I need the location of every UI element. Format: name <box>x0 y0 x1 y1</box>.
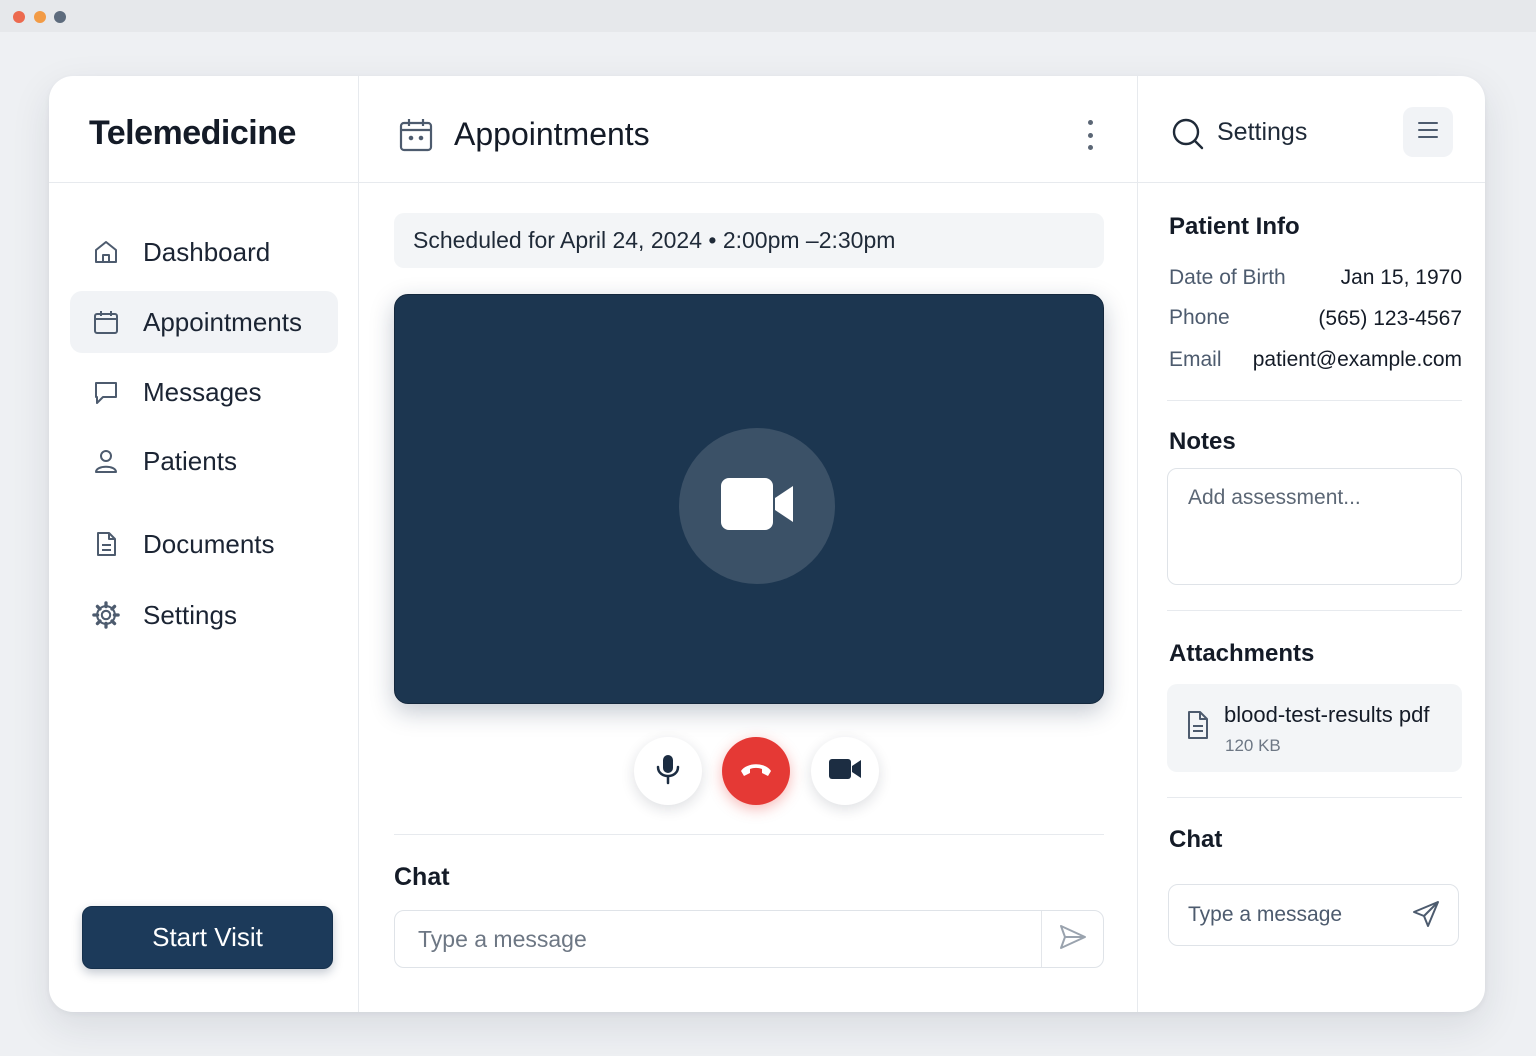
section-divider <box>1167 400 1462 401</box>
window-close-button[interactable] <box>13 11 25 23</box>
sidebar-item-dashboard[interactable]: Dashboard <box>70 221 338 283</box>
calendar-icon <box>399 117 433 158</box>
settings-link[interactable]: Settings <box>1217 118 1307 147</box>
video-camera-icon <box>719 476 795 537</box>
phone-label: Phone <box>1169 306 1230 329</box>
section-divider <box>1167 610 1462 611</box>
document-icon <box>92 530 120 558</box>
right-send-button[interactable] <box>1409 899 1443 933</box>
send-icon <box>1412 900 1440 933</box>
chat-input[interactable] <box>395 911 1040 967</box>
video-placeholder <box>679 428 835 584</box>
page-title: Appointments <box>454 116 650 152</box>
sidebar-item-label: Patients <box>143 445 237 476</box>
start-visit-button[interactable]: Start Visit <box>82 906 333 969</box>
gear-icon <box>92 601 120 629</box>
kebab-dot <box>1087 132 1093 138</box>
kebab-dot <box>1087 120 1093 125</box>
file-icon <box>1185 710 1211 745</box>
home-icon <box>92 238 120 266</box>
send-icon <box>1059 924 1087 955</box>
camera-toggle-button[interactable] <box>811 737 879 805</box>
appointment-schedule: Scheduled for April 24, 2024 • 2:00pm –2… <box>394 213 1104 268</box>
sidebar-item-settings[interactable]: Settings <box>70 584 338 646</box>
message-icon <box>92 378 120 406</box>
header-divider <box>49 182 1485 183</box>
attachment-size: 120 KB <box>1225 736 1281 755</box>
video-camera-icon <box>828 757 862 786</box>
attachments-title: Attachments <box>1169 640 1315 667</box>
chat-composer <box>394 910 1104 968</box>
hamburger-icon <box>1417 121 1439 144</box>
attachment-item[interactable]: blood-test-results pdf 120 KB <box>1167 684 1462 772</box>
right-panel-divider <box>1137 76 1138 1012</box>
email-label: Email <box>1169 348 1222 371</box>
send-button[interactable] <box>1041 911 1103 967</box>
search-icon[interactable] <box>1171 117 1205 156</box>
attachment-name: blood-test-results pdf <box>1224 702 1430 727</box>
sidebar-item-label: Documents <box>143 528 275 559</box>
right-chat-composer <box>1168 884 1459 946</box>
kebab-dot <box>1087 145 1093 150</box>
chat-title: Chat <box>394 863 450 891</box>
sidebar-divider <box>358 76 359 1012</box>
sidebar-item-messages[interactable]: Messages <box>70 361 338 423</box>
phone-hangup-icon <box>738 759 774 784</box>
sidebar-item-label: Messages <box>143 376 262 407</box>
notes-field-wrapper <box>1167 468 1462 585</box>
window-minimize-button[interactable] <box>34 11 46 23</box>
sidebar-item-label: Dashboard <box>143 236 271 267</box>
window-maximize-button[interactable] <box>54 11 66 23</box>
dob-value: Jan 15, 1970 <box>1340 266 1462 289</box>
sidebar-item-label: Settings <box>143 599 237 630</box>
sidebar-item-label: Appointments <box>143 306 302 337</box>
calendar-icon <box>92 308 120 336</box>
dob-label: Date of Birth <box>1169 266 1286 289</box>
right-chat-input[interactable] <box>1169 885 1399 945</box>
window-titlebar <box>0 0 1536 32</box>
chat-divider <box>394 834 1104 835</box>
sidebar-item-documents[interactable]: Documents <box>70 513 338 575</box>
sidebar-item-appointments[interactable]: Appointments <box>70 291 338 353</box>
phone-value: (565) 123-4567 <box>1318 307 1462 330</box>
patient-info-title: Patient Info <box>1169 213 1300 240</box>
mute-button[interactable] <box>634 737 702 805</box>
section-divider <box>1167 797 1462 798</box>
email-value: patient@example.com <box>1252 348 1462 371</box>
sidebar-item-patients[interactable]: Patients <box>70 430 338 492</box>
notes-title: Notes <box>1169 428 1236 455</box>
menu-button[interactable] <box>1403 107 1453 157</box>
brand-title: Telemedicine <box>89 114 296 152</box>
microphone-icon <box>654 753 682 790</box>
user-icon <box>92 447 120 475</box>
video-area <box>394 294 1104 704</box>
notes-field[interactable] <box>1168 469 1461 584</box>
end-call-button[interactable] <box>722 737 790 805</box>
app-window: Telemedicine Dashboard Appointments Mess… <box>49 76 1485 1012</box>
right-chat-title: Chat <box>1169 826 1223 853</box>
more-options-button[interactable] <box>1079 120 1101 150</box>
